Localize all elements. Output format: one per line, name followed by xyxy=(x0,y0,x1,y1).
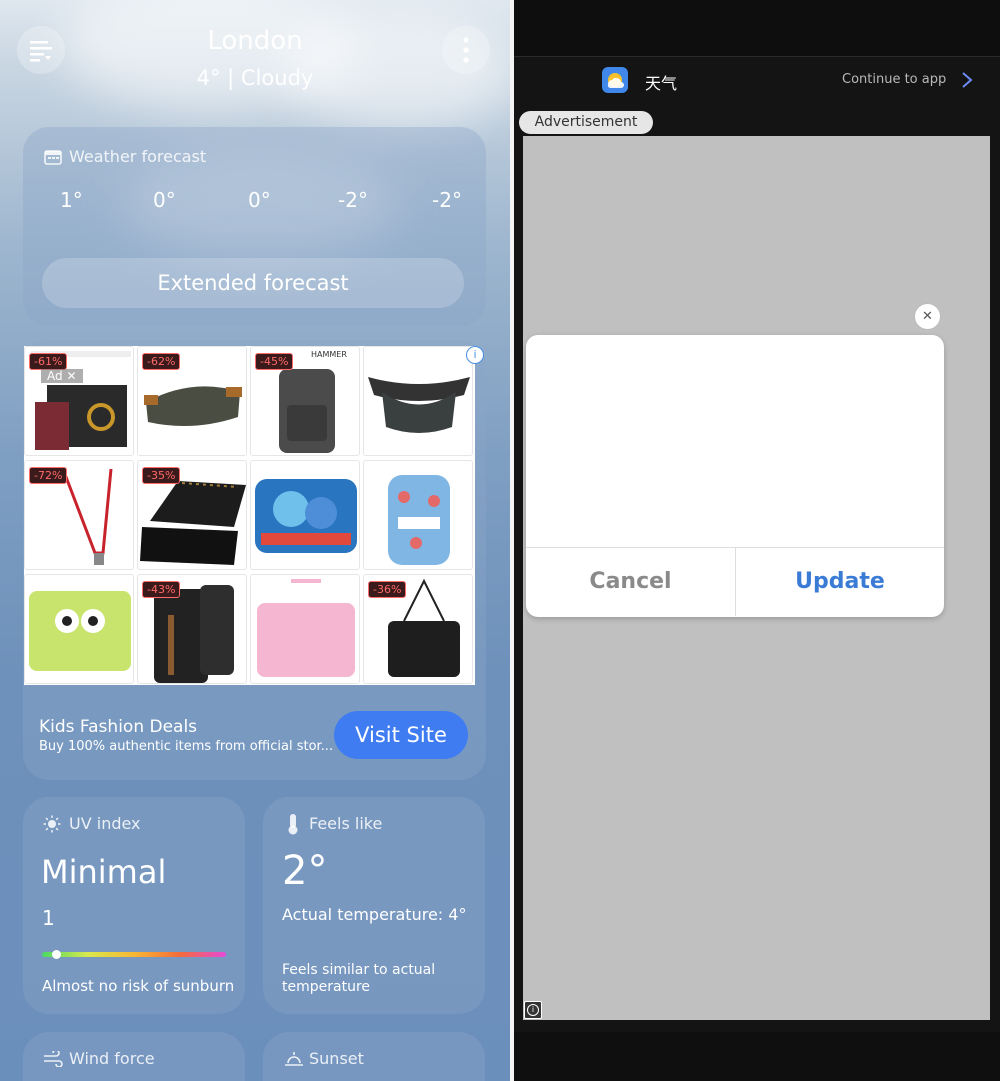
more-options-button[interactable] xyxy=(442,26,490,74)
uv-label: UV index xyxy=(69,814,141,833)
product-tile-penbox[interactable]: -35% xyxy=(137,460,247,570)
discount-badge: -36% xyxy=(368,581,407,598)
status-area xyxy=(514,0,1000,56)
svg-text:HAMMER: HAMMER xyxy=(311,350,347,359)
discount-badge: -43% xyxy=(142,581,181,598)
feels-like-value: 2° xyxy=(282,848,328,894)
laptop-sleeve-image xyxy=(255,479,357,553)
forecast-temp: 1° xyxy=(60,188,83,212)
fanny-pack-image xyxy=(368,377,470,433)
thermometer-icon xyxy=(288,814,298,835)
product-tile-waistbag[interactable]: -62% xyxy=(137,346,247,456)
discount-badge: -35% xyxy=(142,467,181,484)
ad-product-grid[interactable]: -61% Ad ✕ -62% HAMMER -45% -72% -35% -43… xyxy=(24,346,475,685)
product-tile-fannypack[interactable] xyxy=(363,346,473,456)
ad-info-icon[interactable]: i xyxy=(466,346,484,364)
actual-temperature: Actual temperature: 4° xyxy=(282,905,467,924)
info-glyph: i xyxy=(527,1004,539,1016)
sunset-icon xyxy=(285,1052,303,1066)
update-button[interactable]: Update xyxy=(736,548,944,616)
product-tile-backpack[interactable]: HAMMER -45% xyxy=(250,346,360,456)
forecast-temp: -2° xyxy=(432,188,462,212)
calendar-icon xyxy=(44,150,62,165)
ad-badge: Ad ✕ xyxy=(41,369,83,383)
chevron-right-icon[interactable] xyxy=(961,72,973,88)
advertisement-label: Advertisement xyxy=(519,111,653,134)
visit-site-button[interactable]: Visit Site xyxy=(334,711,468,759)
extended-forecast-button[interactable]: Extended forecast xyxy=(42,258,464,308)
uv-scale-bar xyxy=(42,952,226,957)
city-name: London xyxy=(207,26,303,56)
forecast-temp: -2° xyxy=(338,188,368,212)
bottom-bar xyxy=(514,1032,1000,1081)
wind-force-label: Wind force xyxy=(69,1049,155,1068)
more-vertical-icon xyxy=(463,37,469,63)
dialog-close-icon[interactable]: ✕ xyxy=(914,303,941,330)
discount-badge: -45% xyxy=(255,353,294,370)
weather-app-icon xyxy=(602,67,628,93)
product-tile-laptop-sleeve[interactable] xyxy=(250,460,360,570)
app-name: 天气 xyxy=(645,74,678,93)
ad-info-icon[interactable]: i xyxy=(524,1001,542,1019)
forecast-title: Weather forecast xyxy=(69,147,207,166)
current-condition: 4° | Cloudy xyxy=(196,66,314,90)
discount-badge: -61% xyxy=(29,353,68,370)
wind-icon xyxy=(44,1051,63,1067)
feels-like-note: Feels similar to actual temperature xyxy=(282,962,436,995)
product-tile-frog-sleeve[interactable] xyxy=(24,574,134,684)
product-tile-pink-sleeve[interactable] xyxy=(250,574,360,684)
pink-sleeve-image xyxy=(257,579,355,677)
product-tile-giftbox[interactable]: -61% Ad ✕ xyxy=(24,346,134,456)
discount-badge: -72% xyxy=(29,467,68,484)
feels-like-label: Feels like xyxy=(309,814,383,833)
continue-to-app-link[interactable]: Continue to app xyxy=(842,72,946,87)
ad-title[interactable]: Kids Fashion Deals xyxy=(39,717,197,737)
sunset-label: Sunset xyxy=(309,1049,364,1068)
product-tile-messenger-bag[interactable]: -36% xyxy=(363,574,473,684)
weather-app-screen: London 4° | Cloudy Weather forecast 1° 0… xyxy=(0,0,510,1081)
product-tile-lanyard[interactable]: -72% xyxy=(24,460,134,570)
forecast-temp: 0° xyxy=(153,188,176,212)
floral-backpack-image xyxy=(388,475,450,565)
product-tile-black-backpack[interactable]: -43% xyxy=(137,574,247,684)
ad-subtitle[interactable]: Buy 100% authentic items from official s… xyxy=(39,739,334,754)
header-divider xyxy=(514,56,1000,57)
uv-note: Almost no risk of sunburn xyxy=(42,977,235,995)
frog-sleeve-image xyxy=(29,591,131,671)
uv-level: Minimal xyxy=(41,853,167,891)
product-tile-floral-backpack[interactable] xyxy=(363,460,473,570)
uv-value: 1 xyxy=(42,906,55,930)
cancel-button[interactable]: Cancel xyxy=(526,548,735,616)
sun-icon xyxy=(43,815,61,833)
forecast-temp: 0° xyxy=(248,188,271,212)
discount-badge: -62% xyxy=(142,353,181,370)
